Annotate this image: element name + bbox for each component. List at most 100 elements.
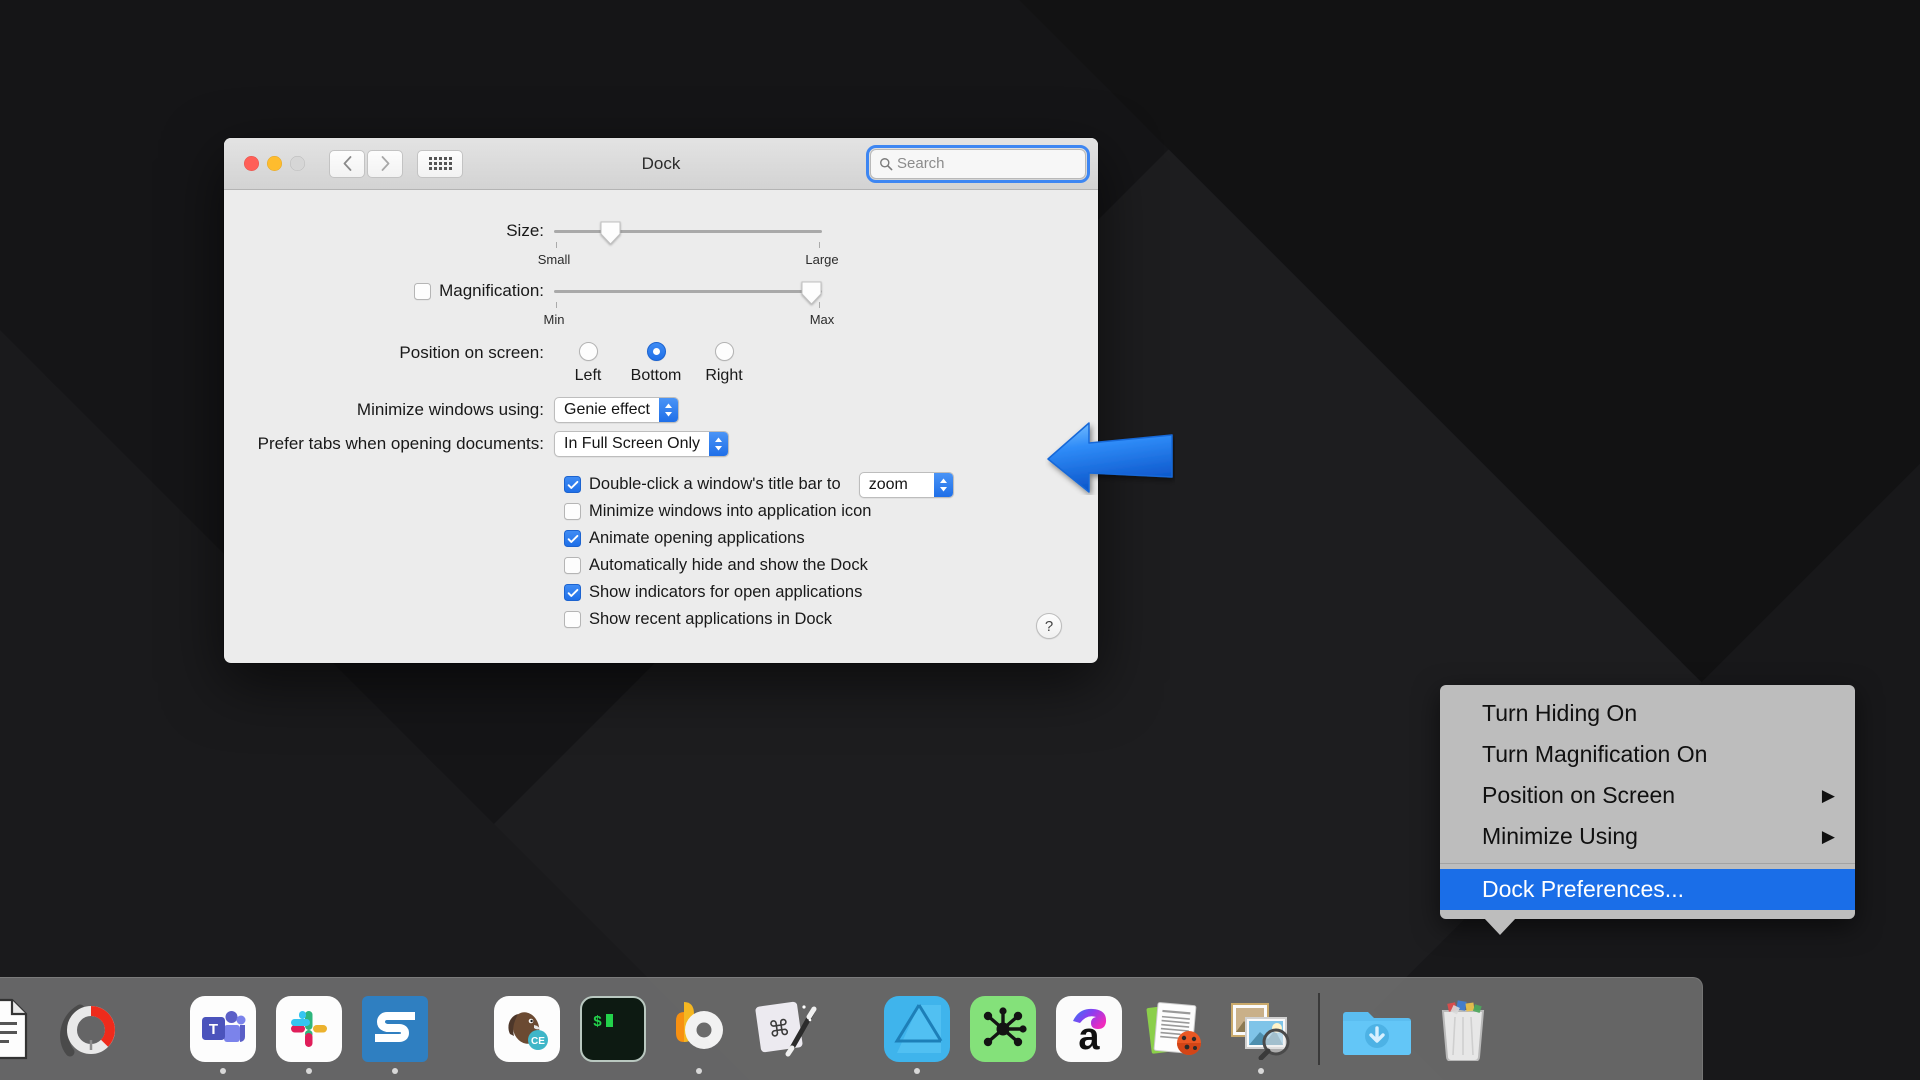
- option-row: Minimize windows into application icon: [564, 498, 1098, 525]
- option-checkbox[interactable]: [564, 503, 581, 520]
- dbeaver-icon: CE: [493, 995, 561, 1063]
- dock-item-preview[interactable]: [1218, 979, 1304, 1079]
- option-checkbox[interactable]: [564, 611, 581, 628]
- option-row: Animate opening applications: [564, 525, 1098, 552]
- prefer-tabs-control: In Full Screen Only: [554, 431, 1098, 457]
- affinity-designer-icon: [883, 995, 951, 1063]
- menu-item-minimize-using[interactable]: Minimize Using ▶: [1440, 816, 1855, 857]
- magnification-min-label: Min: [543, 312, 565, 327]
- checkmark-icon: [567, 480, 578, 489]
- double-click-title-bar-checkbox[interactable]: [564, 476, 581, 493]
- additional-options-list: Minimize windows into application icon An…: [564, 498, 1098, 633]
- trash-icon: [1429, 995, 1497, 1063]
- minimize-using-value: Genie effect: [564, 401, 650, 418]
- dock-item-affinity-designer[interactable]: [874, 979, 960, 1079]
- double-click-title-bar-label: Double-click a window's title bar to: [589, 475, 841, 493]
- magnification-control: Min Max: [544, 280, 1098, 328]
- dock-divider: [1318, 993, 1320, 1065]
- checkmark-icon: [567, 588, 578, 597]
- dock-item-microsoft-teams[interactable]: T: [180, 979, 266, 1079]
- option-label: Minimize windows into application icon: [589, 502, 872, 520]
- traffic-light-group: [244, 156, 305, 171]
- position-radio-label: Left: [574, 367, 602, 384]
- size-slider-endlabels: Small Large: [538, 252, 839, 268]
- bettertouchtool-icon: [665, 995, 733, 1063]
- size-slider[interactable]: [554, 220, 822, 245]
- menu-item-position-on-screen[interactable]: Position on Screen ▶: [1440, 775, 1855, 816]
- double-click-action-value: zoom: [868, 475, 908, 493]
- position-option-right[interactable]: Right: [690, 342, 758, 385]
- option-checkbox[interactable]: [564, 530, 581, 547]
- dock-context-menu: Turn Hiding On Turn Magnification On Posit…: [1440, 685, 1855, 935]
- menu-item-label: Minimize Using: [1482, 823, 1638, 849]
- progress-ring-icon: [57, 995, 125, 1063]
- magnification-slider-endlabels: Min Max: [544, 312, 835, 328]
- magnification-row: Magnification: Min Max: [224, 280, 1098, 328]
- position-radio-bottom[interactable]: [646, 342, 666, 361]
- menu-item-dock-preferences[interactable]: Dock Preferences...: [1440, 869, 1855, 910]
- option-label: Show recent applications in Dock: [589, 610, 833, 628]
- magnification-slider[interactable]: [554, 280, 822, 305]
- option-checkbox[interactable]: [564, 584, 581, 601]
- graph-app-icon: [969, 995, 1037, 1063]
- dock-item-trash[interactable]: [1420, 979, 1506, 1079]
- forward-button[interactable]: [367, 149, 403, 178]
- menu-pointer-tail: [1484, 918, 1516, 935]
- running-indicator: [392, 1068, 398, 1074]
- running-indicator: [914, 1068, 920, 1074]
- search-input[interactable]: Search: [897, 155, 945, 172]
- dock-item-progress-ring[interactable]: [48, 979, 134, 1079]
- position-radio-left[interactable]: [578, 342, 598, 361]
- option-row: Show recent applications in Dock: [564, 606, 1098, 633]
- stepper-arrows-icon: [658, 398, 678, 422]
- dock-item-document[interactable]: [0, 979, 48, 1079]
- close-button[interactable]: [244, 156, 259, 171]
- position-control: Left Bottom Right: [554, 342, 1098, 385]
- option-label: Animate opening applications: [589, 529, 805, 547]
- dock-item-snagit[interactable]: [352, 979, 438, 1079]
- slack-icon: [275, 995, 343, 1063]
- option-checkbox[interactable]: [564, 557, 581, 574]
- dock-item-dbeaver[interactable]: CE: [484, 979, 570, 1079]
- minimize-using-dropdown[interactable]: Genie effect: [554, 397, 679, 423]
- dock-item-slack[interactable]: [266, 979, 352, 1079]
- running-indicator: [220, 1068, 226, 1074]
- back-button[interactable]: [329, 149, 365, 178]
- magnification-checkbox[interactable]: [414, 282, 432, 300]
- prefer-tabs-dropdown[interactable]: In Full Screen Only: [554, 431, 730, 457]
- dock-item-bettertouchtool[interactable]: [656, 979, 742, 1079]
- dock-item-swift-publisher[interactable]: [1132, 979, 1218, 1079]
- dock-item-affinity-photo[interactable]: a: [1046, 979, 1132, 1079]
- dock-item-keyboard-maestro[interactable]: ⌘: [742, 979, 828, 1079]
- double-click-title-bar-row: Double-click a window's title bar to zoo…: [564, 471, 1098, 498]
- option-label: Show indicators for open applications: [589, 583, 863, 601]
- size-min-label: Small: [537, 252, 571, 267]
- double-click-action-dropdown[interactable]: zoom: [858, 471, 954, 498]
- magnification-label: Magnification:: [439, 281, 544, 300]
- context-menu-items: Turn Hiding On Turn Magnification On Posit…: [1440, 693, 1855, 857]
- window-titlebar[interactable]: Dock Search: [224, 138, 1098, 190]
- downloads-folder-icon: [1343, 995, 1411, 1063]
- magnification-slider-block: Min Max: [544, 280, 835, 328]
- magnification-slider-ticks: [554, 302, 822, 312]
- position-radio-label: Right: [705, 367, 743, 384]
- svg-text:CE: CE: [531, 1036, 545, 1047]
- menu-item-label: Dock Preferences...: [1482, 876, 1684, 902]
- position-option-bottom[interactable]: Bottom: [622, 342, 690, 385]
- dock-preferences-window: Dock Search Size: Small Large Magnificat…: [224, 138, 1098, 663]
- menu-item-turn-hiding-on[interactable]: Turn Hiding On: [1440, 693, 1855, 734]
- menu-item-label: Turn Magnification On: [1482, 741, 1708, 767]
- size-slider-block: Small Large: [538, 220, 839, 268]
- dock-item-terminal[interactable]: $: [570, 979, 656, 1079]
- help-button[interactable]: ?: [1036, 613, 1062, 639]
- search-field[interactable]: Search: [866, 144, 1090, 183]
- minimize-button[interactable]: [267, 156, 282, 171]
- position-radio-right[interactable]: [714, 342, 734, 361]
- size-slider-track: [554, 230, 822, 233]
- dock-item-graph-app[interactable]: [960, 979, 1046, 1079]
- dock-item-downloads-folder[interactable]: [1334, 979, 1420, 1079]
- swift-publisher-icon: [1141, 995, 1209, 1063]
- position-option-left[interactable]: Left: [554, 342, 622, 385]
- menu-item-turn-magnification-on[interactable]: Turn Magnification On: [1440, 734, 1855, 775]
- show-all-button[interactable]: [417, 149, 463, 178]
